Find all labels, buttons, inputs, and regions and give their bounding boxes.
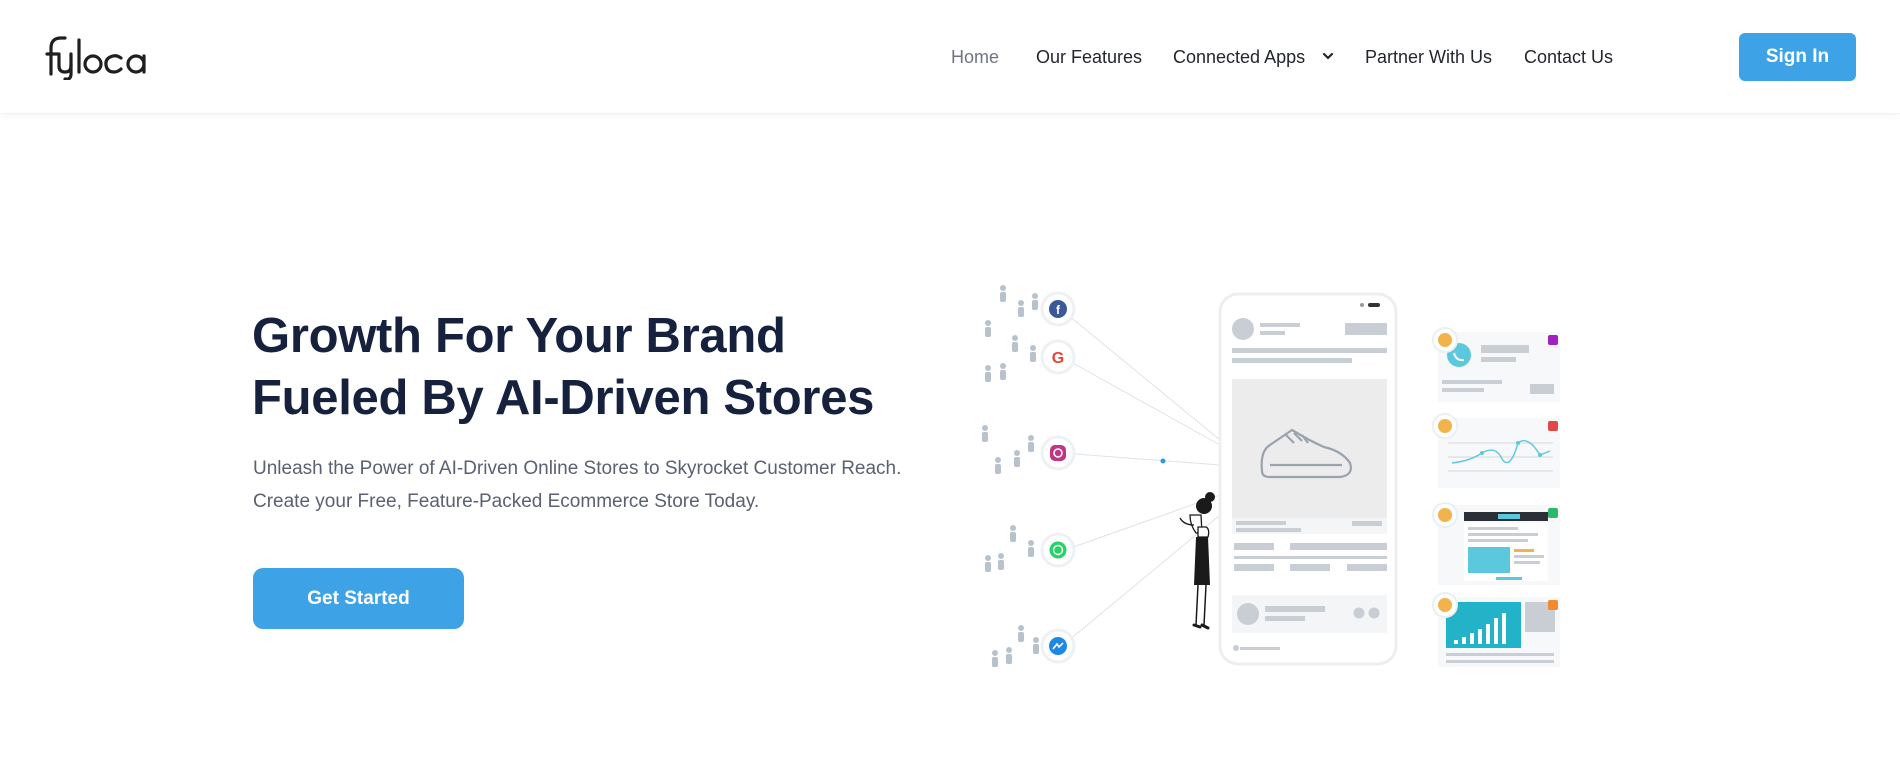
email-card xyxy=(1432,502,1560,585)
hero-subtitle-line-2: Create your Free, Feature-Packed Ecommer… xyxy=(253,491,760,512)
messenger-icon xyxy=(1040,628,1076,664)
hero-title-line-2: Fueled By AI-Driven Stores xyxy=(252,371,875,425)
call-card xyxy=(1432,327,1560,402)
nav-our-features[interactable]: Our Features xyxy=(1036,45,1142,69)
woman-figure-illustration xyxy=(1179,492,1215,630)
chevron-down-icon xyxy=(1323,53,1334,60)
nav-home[interactable]: Home xyxy=(951,45,999,69)
phone-mockup xyxy=(1218,292,1398,666)
facebook-icon: f xyxy=(1040,291,1076,327)
nav-partner-with-us[interactable]: Partner With Us xyxy=(1365,45,1492,69)
nav-connected-apps-label: Connected Apps xyxy=(1173,47,1306,67)
line-chart-card xyxy=(1432,413,1560,488)
bar-chart-card xyxy=(1432,592,1560,667)
whatsapp-icon xyxy=(1040,532,1076,568)
hero-subtitle: Unleash the Power of AI-Driven Online St… xyxy=(253,452,973,518)
site-header: Home Our Features Connected Apps Partner… xyxy=(0,0,1900,114)
hero-title: Growth For Your Brand Fueled By AI-Drive… xyxy=(252,305,972,429)
nav-connected-apps[interactable]: Connected Apps xyxy=(1173,45,1334,69)
google-icon: G xyxy=(1040,339,1076,375)
people-group-icon xyxy=(982,285,1039,667)
nav-contact-us[interactable]: Contact Us xyxy=(1524,45,1613,69)
hero-title-line-1: Growth For Your Brand xyxy=(252,309,786,363)
instagram-icon xyxy=(1040,435,1076,471)
svg-text:G: G xyxy=(1052,350,1064,367)
brand-logo[interactable] xyxy=(45,34,155,81)
hero-illustration: f G xyxy=(970,275,1600,705)
ecommerce-reach-illustration: f G xyxy=(982,285,1560,667)
get-started-button[interactable]: Get Started xyxy=(253,568,464,629)
sign-in-button[interactable]: Sign In xyxy=(1739,33,1856,81)
hero-subtitle-line-1: Unleash the Power of AI-Driven Online St… xyxy=(253,458,902,479)
fyloca-logo-icon xyxy=(45,36,146,81)
